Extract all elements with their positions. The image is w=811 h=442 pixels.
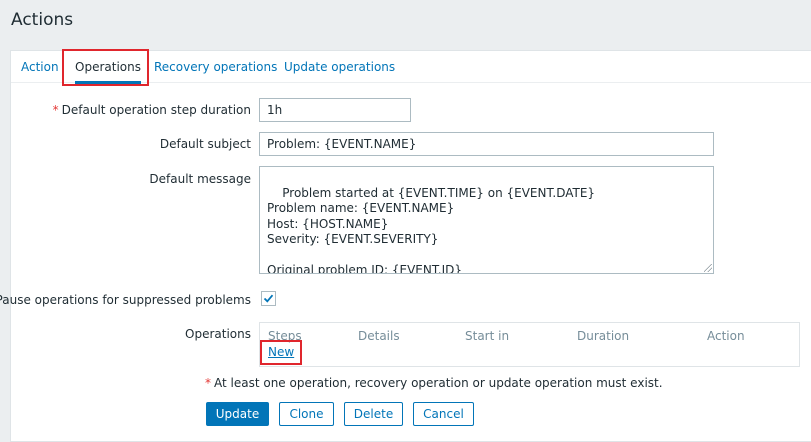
subject-input[interactable]: Problem: {EVENT.NAME} (259, 132, 714, 156)
subject-label: Default subject (159, 137, 251, 151)
tab-action[interactable]: Action (21, 51, 59, 83)
step-duration-input[interactable]: 1h (259, 98, 411, 122)
operations-warning: * At least one operation, recovery operat… (205, 376, 663, 390)
new-link-highlight (260, 340, 302, 365)
update-button[interactable]: Update (206, 402, 269, 426)
warning-mark: * (205, 376, 211, 390)
clone-button[interactable]: Clone (279, 402, 334, 426)
cancel-button[interactable]: Cancel (413, 402, 474, 426)
message-label: Default message (149, 172, 251, 186)
column-start-in: Start in (465, 329, 510, 343)
pause-checkbox[interactable] (261, 291, 276, 306)
tab-recovery-operations[interactable]: Recovery operations (154, 51, 277, 83)
column-duration: Duration (577, 329, 630, 343)
pause-label: Pause operations for suppressed problems (0, 293, 251, 307)
operations-tab-highlight (62, 49, 149, 86)
operations-table: Steps Details Start in Duration Action N… (259, 322, 800, 367)
message-textarea[interactable]: Problem started at {EVENT.TIME} on {EVEN… (259, 166, 714, 274)
operations-label: Operations (185, 327, 251, 341)
required-mark: * (52, 103, 59, 117)
action-form-panel: Action Operations Recovery operations Up… (0, 49, 811, 442)
tab-bar: Action Operations Recovery operations Up… (11, 49, 811, 86)
delete-button[interactable]: Delete (344, 402, 403, 426)
tab-update-operations[interactable]: Update operations (284, 51, 395, 83)
message-text: Problem started at {EVENT.TIME} on {EVEN… (267, 185, 596, 274)
column-action: Action (707, 329, 745, 343)
checkmark-icon (263, 294, 274, 303)
resize-grip-icon[interactable] (704, 264, 712, 272)
step-duration-label: * Default operation step duration (52, 103, 251, 117)
column-details: Details (358, 329, 400, 343)
page-title: Actions (11, 10, 74, 30)
